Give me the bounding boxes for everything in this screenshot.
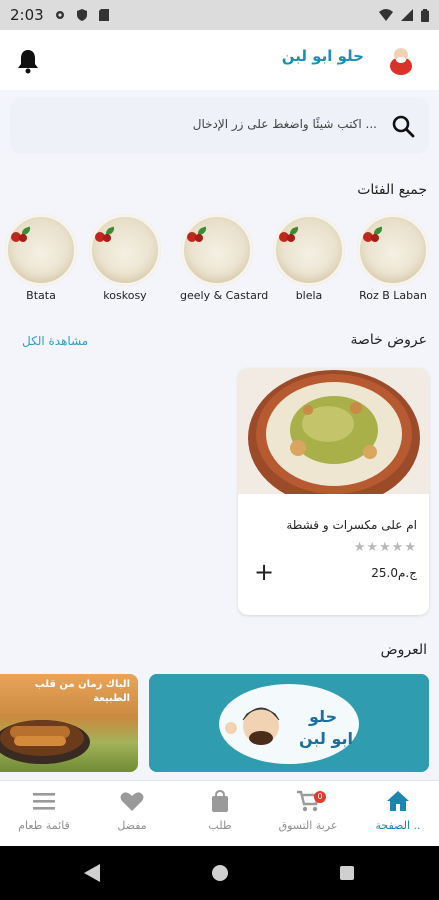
product-card[interactable]: ام على مكسرات و قشطة ★★★★★ 25.0ج.م + xyxy=(238,368,429,615)
add-to-cart-button[interactable]: + xyxy=(254,560,274,584)
recents-icon[interactable] xyxy=(340,866,354,880)
category-item[interactable]: geely & Castard xyxy=(180,214,269,302)
nav-favorites[interactable]: مفضل xyxy=(92,789,172,832)
category-image xyxy=(5,214,77,286)
category-label: geely & Castard xyxy=(180,289,269,302)
back-icon[interactable] xyxy=(84,864,100,882)
nav-favorites-label: مفضل xyxy=(117,819,147,832)
status-bar: 2:03 xyxy=(0,0,439,30)
category-image xyxy=(181,214,253,286)
category-label: Roz B Laban xyxy=(359,289,427,302)
shield-icon xyxy=(76,9,87,21)
menu-icon xyxy=(33,793,55,810)
category-label: koskosy xyxy=(103,289,147,302)
svg-text:ابو لبن: ابو لبن xyxy=(299,729,353,748)
nav-menu[interactable]: قائمة طعام xyxy=(4,789,84,832)
nav-home-label: الصفحة .. xyxy=(375,819,421,832)
special-offers-title: عروض خاصة xyxy=(350,332,427,348)
see-all-link[interactable]: مشاهدة الكل xyxy=(22,334,88,348)
app-header: حلو ابو لبن xyxy=(0,30,439,90)
category-item[interactable]: koskosy xyxy=(88,214,162,302)
brand-name: حلو ابو لبن xyxy=(281,47,364,65)
category-item[interactable]: blela xyxy=(272,214,346,302)
bottom-nav: الصفحة .. 0 عربة التسوق طلب مفضل قائمة ط… xyxy=(0,780,439,846)
categories-title: جميع الفئات xyxy=(357,182,427,198)
category-item[interactable]: Roz B Laban xyxy=(356,214,430,302)
category-image xyxy=(89,214,161,286)
category-image xyxy=(357,214,429,286)
nav-cart-label: عربة التسوق xyxy=(278,819,338,832)
wifi-icon xyxy=(379,9,393,21)
offer-banner-secondary[interactable]: الباك زمان من قلب الطبيعة xyxy=(0,674,138,772)
offer-banner[interactable]: حلو ابو لبن xyxy=(149,674,429,772)
search-bar[interactable]: اكتب شيئًا واضغط على زر الإدخال ... xyxy=(10,98,429,154)
offers-title: العروض xyxy=(380,642,427,658)
sd-card-icon xyxy=(98,9,109,21)
category-image xyxy=(273,214,345,286)
status-time: 2:03 xyxy=(10,6,44,24)
brand-logo-banner: حلو ابو لبن xyxy=(149,674,429,772)
nav-home[interactable]: الصفحة .. xyxy=(358,789,438,832)
banner-secondary-text: الباك زمان من قلب الطبيعة xyxy=(34,679,130,704)
product-image xyxy=(238,368,429,494)
category-label: Btata xyxy=(26,289,56,302)
battery-icon xyxy=(421,8,429,22)
settings-icon xyxy=(55,11,64,19)
product-rating: ★★★★★ xyxy=(353,540,417,555)
system-nav-bar xyxy=(0,846,439,900)
product-price: 25.0ج.م xyxy=(371,566,417,580)
search-icon[interactable] xyxy=(391,114,415,138)
brand-logo xyxy=(390,47,412,75)
nav-cart[interactable]: 0 عربة التسوق xyxy=(268,789,348,832)
category-item[interactable]: Btata xyxy=(4,214,78,302)
signal-icon xyxy=(401,9,413,21)
nav-menu-label: قائمة طعام xyxy=(18,819,70,832)
product-name: ام على مكسرات و قشطة xyxy=(286,518,417,532)
bag-icon xyxy=(212,789,228,812)
home-button-icon[interactable] xyxy=(212,865,228,881)
nav-orders[interactable]: طلب xyxy=(180,789,260,832)
category-label: blela xyxy=(295,289,323,302)
home-icon xyxy=(387,791,409,811)
svg-text:حلو: حلو xyxy=(308,707,337,726)
cart-badge: 0 xyxy=(314,791,326,803)
bell-icon[interactable] xyxy=(16,48,40,74)
nav-orders-label: طلب xyxy=(208,819,232,832)
heart-icon xyxy=(120,792,144,811)
search-placeholder[interactable]: اكتب شيئًا واضغط على زر الإدخال ... xyxy=(193,117,377,131)
